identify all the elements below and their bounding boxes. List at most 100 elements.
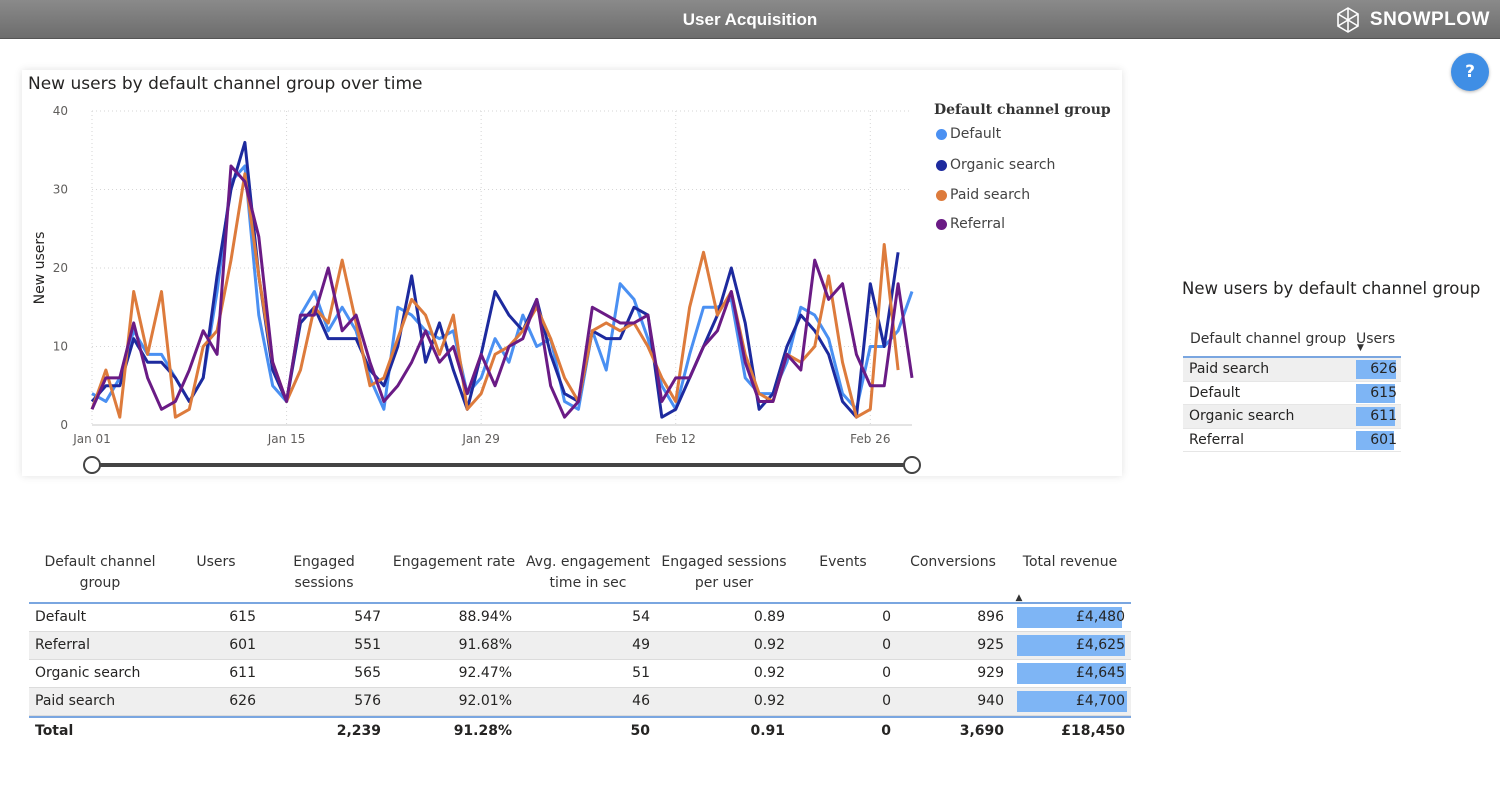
events-value: 0	[882, 609, 891, 625]
brand-name: SNOWPLOW	[1369, 9, 1490, 30]
line-chart: 0 10 20 30 40 Jan 01 Jan 15 Jan 29 Feb 12 Feb 26 N…	[32, 104, 921, 474]
help-button[interactable]: ?	[1451, 53, 1489, 91]
users-value: 615	[1370, 384, 1397, 401]
table-row[interactable]: Organic search 611 565 92.47% 51 0.92 0 929 £4,6…	[29, 660, 1131, 688]
avg-engagement-value: 46	[632, 693, 650, 709]
column-header-avg-engagement-time[interactable]: Avg. engagement time in sec	[523, 552, 653, 594]
channel-name: Organic search	[1189, 408, 1295, 424]
engaged-sessions-value: 547	[354, 609, 381, 625]
revenue-value: £4,480	[1076, 609, 1125, 625]
events-value: 0	[882, 637, 891, 653]
column-header-channel[interactable]: Default channel group	[29, 552, 171, 594]
events-value: 0	[882, 693, 891, 709]
x-tick-label: Jan 01	[72, 432, 111, 446]
sort-desc-icon[interactable]: ▼	[1357, 343, 1364, 353]
engaged-per-user-value: 0.92	[753, 665, 785, 681]
channel-name: Default	[1189, 384, 1241, 401]
y-tick-label: 20	[53, 261, 68, 275]
total-revenue: £18,450	[1061, 723, 1125, 739]
column-header-engaged-sessions-per-user[interactable]: Engaged sessions per user	[659, 552, 789, 594]
y-tick-label: 30	[53, 183, 68, 197]
users-value: 601	[229, 637, 256, 653]
engaged-sessions-value: 576	[354, 693, 381, 709]
engaged-sessions-value: 565	[354, 665, 381, 681]
side-table: Default channel group Users ▼ Paid searc…	[1183, 326, 1401, 452]
side-table-title: New users by default channel group	[1182, 279, 1481, 298]
x-tick-label: Feb 26	[850, 432, 890, 446]
legend-title: Default channel group	[934, 102, 1111, 118]
engagement-rate-value: 92.47%	[458, 665, 512, 681]
engaged-per-user-value: 0.92	[753, 693, 785, 709]
users-value: 626	[229, 693, 256, 709]
channel-name: Paid search	[35, 693, 116, 709]
total-engaged-sessions: 2,239	[336, 723, 381, 739]
legend-label: Default	[950, 126, 1002, 142]
total-events: 0	[881, 723, 891, 739]
conversions-value: 940	[977, 693, 1004, 709]
time-range-slider-start-handle[interactable]	[83, 456, 101, 474]
column-header-users[interactable]: Users	[187, 552, 245, 573]
total-engaged-per-user: 0.91	[750, 723, 785, 739]
total-conversions: 3,690	[959, 723, 1004, 739]
column-header-total-revenue[interactable]: Total revenue	[1017, 552, 1123, 573]
y-axis-label: New users	[32, 232, 48, 305]
conversions-value: 925	[977, 637, 1004, 653]
total-engagement-rate: 91.28%	[453, 723, 512, 739]
legend-label: Organic search	[950, 157, 1056, 173]
engagement-rate-value: 91.68%	[458, 637, 512, 653]
legend-item-paid-search[interactable]: Paid search	[936, 187, 1030, 203]
users-value: 615	[229, 609, 256, 625]
column-header-conversions[interactable]: Conversions	[903, 552, 1003, 573]
series-line-organic-search[interactable]	[90, 140, 900, 419]
channel-name: Default	[35, 609, 87, 625]
channel-name: Referral	[35, 637, 90, 653]
table-row[interactable]: Default 615	[1183, 382, 1401, 405]
time-range-slider-end-handle[interactable]	[903, 456, 921, 474]
table-header: Default channel group Users Engaged sessio…	[29, 552, 1131, 604]
legend-label: Referral	[950, 216, 1005, 232]
y-tick-label: 40	[53, 104, 68, 118]
avg-engagement-value: 54	[632, 609, 650, 625]
legend-dot-icon	[936, 159, 947, 171]
y-tick-label: 0	[60, 418, 68, 432]
engagement-rate-value: 92.01%	[458, 693, 512, 709]
conversions-value: 896	[977, 609, 1004, 625]
table-row[interactable]: Referral 601	[1183, 429, 1401, 452]
revenue-value: £4,700	[1076, 693, 1125, 709]
engaged-per-user-value: 0.89	[753, 609, 785, 625]
avg-engagement-value: 49	[632, 637, 650, 653]
engaged-per-user-value: 0.92	[753, 637, 785, 653]
table-row[interactable]: Default 615 547 88.94% 54 0.89 0 896 £4,480	[29, 604, 1131, 632]
users-value: 611	[229, 665, 256, 681]
revenue-value: £4,625	[1076, 637, 1125, 653]
table-row[interactable]: Organic search 611	[1183, 405, 1401, 429]
channel-name: Referral	[1189, 431, 1244, 448]
total-avg-engagement-time: 50	[630, 723, 650, 739]
legend-label: Paid search	[950, 187, 1031, 203]
legend-dot-icon	[936, 189, 947, 201]
table-total-row: Total 2,239 91.28% 50 0.91 0 3,690 £18,4…	[29, 716, 1131, 744]
events-value: 0	[882, 665, 891, 681]
side-table-header: Default channel group Users ▼	[1183, 326, 1401, 358]
legend-item-default[interactable]: Default	[936, 126, 1001, 142]
column-header-channel[interactable]: Default channel group	[1190, 331, 1346, 347]
x-tick-label: Jan 15	[267, 432, 306, 446]
revenue-value: £4,645	[1076, 665, 1125, 681]
legend-dot-icon	[936, 128, 947, 140]
column-header-engaged-sessions[interactable]: Engaged sessions	[279, 552, 369, 594]
x-tick-label: Jan 29	[461, 432, 500, 446]
conversions-value: 929	[977, 665, 1004, 681]
table-row[interactable]: Referral 601 551 91.68% 49 0.92 0 925 £4,625	[29, 632, 1131, 660]
legend-item-referral[interactable]: Referral	[936, 216, 1005, 232]
column-header-events[interactable]: Events	[811, 552, 875, 573]
legend-item-organic-search[interactable]: Organic search	[936, 157, 1055, 173]
channel-metrics-table: Default channel group Users Engaged sessio…	[29, 552, 1131, 744]
users-value: 626	[1370, 361, 1397, 377]
users-value: 611	[1370, 408, 1397, 424]
avg-engagement-value: 51	[632, 665, 650, 681]
y-tick-label: 10	[53, 340, 68, 354]
table-row[interactable]: Paid search 626	[1183, 358, 1401, 382]
x-tick-label: Feb 12	[656, 432, 696, 446]
table-row[interactable]: Paid search 626 576 92.01% 46 0.92 0 940 £4,700	[29, 688, 1131, 716]
column-header-engagement-rate[interactable]: Engagement rate	[389, 552, 519, 573]
